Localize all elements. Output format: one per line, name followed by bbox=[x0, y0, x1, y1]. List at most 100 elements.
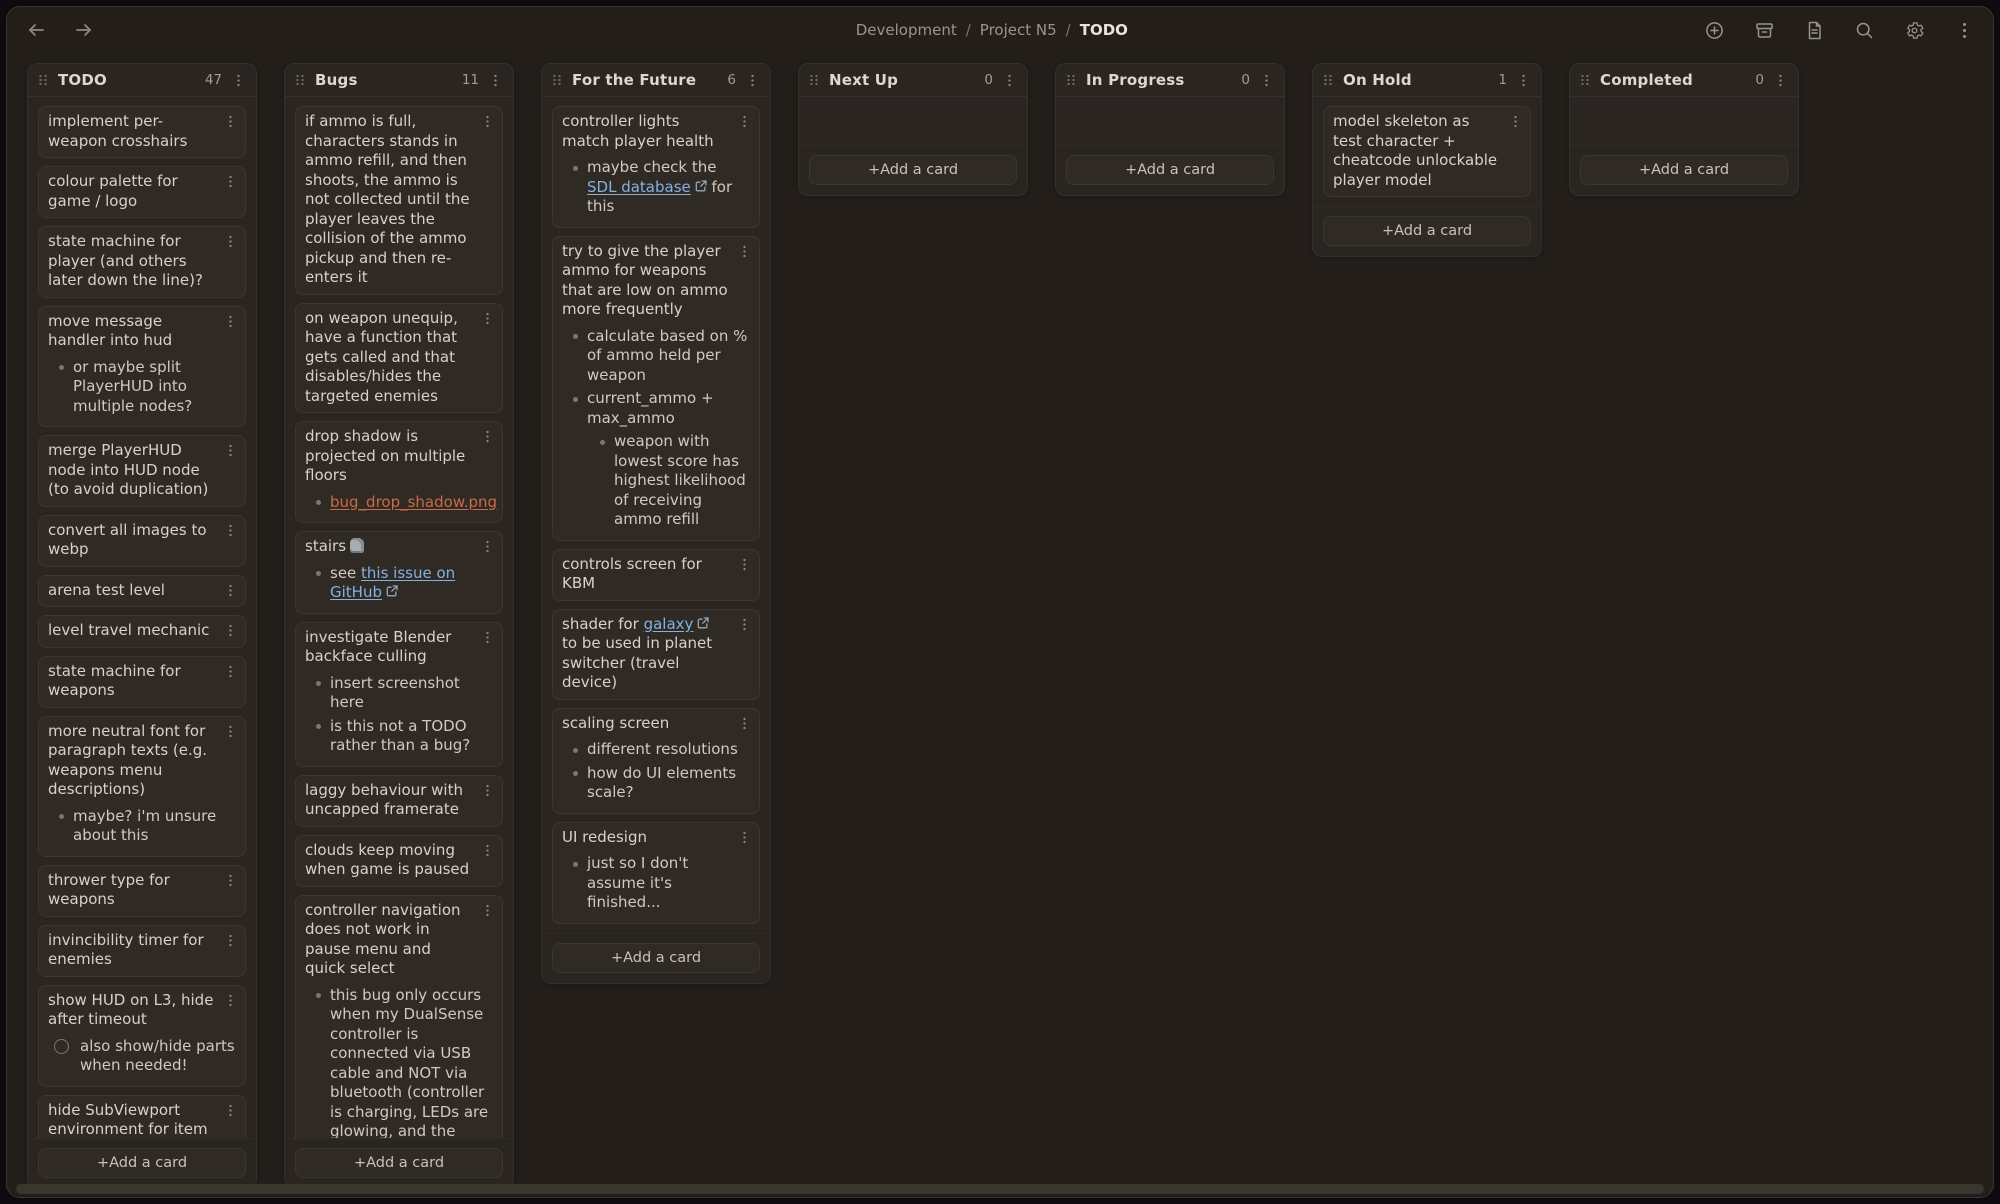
external-link[interactable]: SDL database bbox=[587, 178, 691, 196]
column-title[interactable]: In Progress bbox=[1086, 71, 1185, 89]
add-card-button[interactable]: +Add a card bbox=[38, 1148, 246, 1178]
card[interactable]: model skeleton as test character + cheat… bbox=[1323, 106, 1531, 197]
add-card-button[interactable]: +Add a card bbox=[1323, 216, 1531, 246]
card-menu-icon[interactable] bbox=[1508, 114, 1523, 129]
column-menu-icon[interactable] bbox=[1516, 73, 1531, 88]
add-circle-icon[interactable] bbox=[1704, 20, 1725, 41]
card[interactable]: merge PlayerHUD node into HUD node (to a… bbox=[38, 435, 246, 507]
card[interactable]: controls screen for KBM bbox=[552, 549, 760, 601]
drag-handle-icon[interactable] bbox=[551, 73, 563, 87]
card[interactable]: implement per-weapon crosshairs bbox=[38, 106, 246, 158]
add-card-button[interactable]: +Add a card bbox=[552, 943, 760, 973]
drag-handle-icon[interactable] bbox=[1322, 73, 1334, 87]
card[interactable]: more neutral font for paragraph texts (e… bbox=[38, 716, 246, 857]
card-menu-icon[interactable] bbox=[223, 114, 238, 129]
column-menu-icon[interactable] bbox=[745, 73, 760, 88]
drag-handle-icon[interactable] bbox=[294, 73, 306, 87]
column-title[interactable]: Completed bbox=[1600, 71, 1693, 89]
card-menu-icon[interactable] bbox=[223, 873, 238, 888]
card-menu-icon[interactable] bbox=[480, 539, 495, 554]
card[interactable]: on weapon unequip, have a function that … bbox=[295, 303, 503, 414]
card[interactable]: investigate Blender backface cullinginse… bbox=[295, 622, 503, 767]
card-menu-icon[interactable] bbox=[223, 443, 238, 458]
card[interactable]: controller lights match player healthmay… bbox=[552, 106, 760, 228]
add-card-button[interactable]: +Add a card bbox=[1580, 155, 1788, 185]
column-title[interactable]: For the Future bbox=[572, 71, 696, 89]
card[interactable]: colour palette for game / logo bbox=[38, 166, 246, 218]
card[interactable]: thrower type for weapons bbox=[38, 865, 246, 917]
card[interactable]: move message handler into hudor maybe sp… bbox=[38, 306, 246, 428]
add-card-button[interactable]: +Add a card bbox=[809, 155, 1017, 185]
drag-handle-icon[interactable] bbox=[1579, 73, 1591, 87]
card-menu-icon[interactable] bbox=[223, 933, 238, 948]
card[interactable]: invincibility timer for enemies bbox=[38, 925, 246, 977]
external-link[interactable]: galaxy bbox=[644, 615, 694, 633]
column-menu-icon[interactable] bbox=[488, 73, 503, 88]
column-menu-icon[interactable] bbox=[1259, 73, 1274, 88]
checkbox-circle[interactable] bbox=[54, 1039, 69, 1054]
card[interactable]: level travel mechanic bbox=[38, 615, 246, 648]
search-icon[interactable] bbox=[1854, 20, 1875, 41]
card[interactable]: arena test level bbox=[38, 575, 246, 608]
column-title[interactable]: TODO bbox=[58, 71, 107, 89]
card-menu-icon[interactable] bbox=[223, 583, 238, 598]
document-icon[interactable] bbox=[1804, 20, 1825, 41]
column-title[interactable]: Bugs bbox=[315, 71, 358, 89]
column-menu-icon[interactable] bbox=[1773, 73, 1788, 88]
column-menu-icon[interactable] bbox=[1002, 73, 1017, 88]
card-menu-icon[interactable] bbox=[480, 783, 495, 798]
card-menu-icon[interactable] bbox=[223, 623, 238, 638]
add-card-button[interactable]: +Add a card bbox=[295, 1148, 503, 1178]
card-menu-icon[interactable] bbox=[737, 114, 752, 129]
column-title[interactable]: On Hold bbox=[1343, 71, 1412, 89]
card-menu-icon[interactable] bbox=[223, 993, 238, 1008]
card[interactable]: laggy behaviour with uncapped framerate bbox=[295, 775, 503, 827]
card[interactable]: stairssee this issue on GitHub bbox=[295, 531, 503, 614]
breadcrumb-item[interactable]: Project N5 bbox=[980, 21, 1057, 39]
horizontal-scrollbar[interactable] bbox=[16, 1184, 1984, 1194]
attachment-link[interactable]: bug_drop_shadow.png bbox=[330, 493, 497, 511]
card-menu-icon[interactable] bbox=[737, 716, 752, 731]
card-menu-icon[interactable] bbox=[223, 234, 238, 249]
card-menu-icon[interactable] bbox=[737, 557, 752, 572]
card[interactable]: controller navigation does not work in p… bbox=[295, 895, 503, 1139]
card-menu-icon[interactable] bbox=[223, 724, 238, 739]
breadcrumb-item[interactable]: Development bbox=[856, 21, 957, 39]
card-menu-icon[interactable] bbox=[737, 617, 752, 632]
card-menu-icon[interactable] bbox=[480, 429, 495, 444]
drag-handle-icon[interactable] bbox=[1065, 73, 1077, 87]
column-title[interactable]: Next Up bbox=[829, 71, 898, 89]
card[interactable]: state machine for weapons bbox=[38, 656, 246, 708]
card[interactable]: clouds keep moving when game is paused bbox=[295, 835, 503, 887]
card[interactable]: UI redesignjust so I don't assume it's f… bbox=[552, 822, 760, 924]
column-menu-icon[interactable] bbox=[231, 73, 246, 88]
card-menu-icon[interactable] bbox=[480, 903, 495, 918]
drag-handle-icon[interactable] bbox=[808, 73, 820, 87]
card-menu-icon[interactable] bbox=[223, 664, 238, 679]
card[interactable]: if ammo is full, characters stands in am… bbox=[295, 106, 503, 295]
card-menu-icon[interactable] bbox=[480, 843, 495, 858]
card-menu-icon[interactable] bbox=[737, 830, 752, 845]
card-menu-icon[interactable] bbox=[223, 523, 238, 538]
card-menu-icon[interactable] bbox=[480, 114, 495, 129]
add-card-button[interactable]: +Add a card bbox=[1066, 155, 1274, 185]
card-menu-icon[interactable] bbox=[223, 1103, 238, 1118]
card-menu-icon[interactable] bbox=[737, 244, 752, 259]
card[interactable]: drop shadow is projected on multiple flo… bbox=[295, 421, 503, 523]
settings-gear-icon[interactable] bbox=[1904, 20, 1925, 41]
card[interactable]: state machine for player (and others lat… bbox=[38, 226, 246, 298]
card[interactable]: shader for galaxy to be used in planet s… bbox=[552, 609, 760, 700]
overflow-menu-icon[interactable] bbox=[1954, 20, 1975, 41]
archive-icon[interactable] bbox=[1754, 20, 1775, 41]
card[interactable]: hide SubViewport environment for item pr… bbox=[38, 1095, 246, 1139]
card-menu-icon[interactable] bbox=[223, 174, 238, 189]
card[interactable]: show HUD on L3, hide after timeoutalso s… bbox=[38, 985, 246, 1087]
back-arrow-icon[interactable] bbox=[25, 19, 47, 41]
drag-handle-icon[interactable] bbox=[37, 73, 49, 87]
card[interactable]: try to give the player ammo for weapons … bbox=[552, 236, 760, 541]
card-menu-icon[interactable] bbox=[480, 630, 495, 645]
card[interactable]: scaling screendifferent resolutionshow d… bbox=[552, 708, 760, 814]
card-menu-icon[interactable] bbox=[480, 311, 495, 326]
card[interactable]: convert all images to webp bbox=[38, 515, 246, 567]
card-menu-icon[interactable] bbox=[223, 314, 238, 329]
